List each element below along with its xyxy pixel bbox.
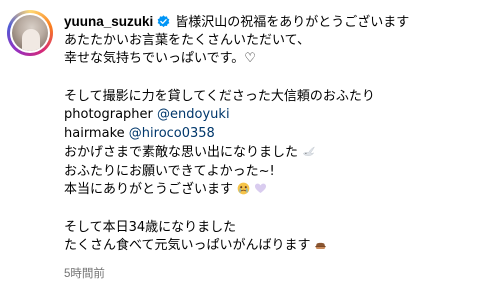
caption-line-1: yuuna_suzuki 皆様沢山の祝福をありがとうございます xyxy=(64,13,494,32)
avatar-gap xyxy=(10,13,50,53)
caption-text: 皆様沢山の祝福をありがとうございます xyxy=(175,15,410,30)
caption-text: たくさん食べて元気いっぱいがんばります xyxy=(64,238,311,254)
instagram-post-caption: yuuna_suzuki 皆様沢山の祝福をありがとうございます あたたかいお言葉を… xyxy=(0,0,500,294)
caption-line-12: そして本日34歳になりました xyxy=(64,219,237,235)
username-link[interactable]: yuuna_suzuki xyxy=(64,14,153,29)
caption-text: 本当にありがとうございます xyxy=(64,182,234,198)
credit-label: hairmake xyxy=(64,126,125,142)
post-timestamp: 5時間前 xyxy=(64,268,105,280)
caption-line-2: あたたかいお言葉をたくさんいただいて、 xyxy=(64,32,310,48)
credit-photographer: photographer @endoyuki xyxy=(64,106,494,125)
avatar[interactable] xyxy=(12,15,48,51)
food-emoji-icon xyxy=(315,243,327,250)
mention-link[interactable]: @hiroco0358 xyxy=(129,126,215,141)
caption-line-5: そして撮影に力を貸してくださった大信頼のおふたり xyxy=(64,88,375,104)
caption-line-8: おかげさまで素敵な思い出になりました xyxy=(64,144,494,163)
crying-face-emoji-icon xyxy=(237,182,250,195)
mention-link[interactable]: @endoyuki xyxy=(157,107,230,122)
caption-line-10: 本当にありがとうございます xyxy=(64,181,494,200)
credit-label: photographer xyxy=(64,107,153,123)
credit-hairmake: hairmake @hiroco0358 xyxy=(64,125,494,144)
verified-badge-icon xyxy=(157,15,170,28)
caption-line-13: たくさん食べて元気いっぱいがんばります xyxy=(64,237,494,256)
dove-emoji-icon xyxy=(303,146,315,156)
caption-line-3: 幸せな気持ちでいっぱいです。♡ xyxy=(64,51,256,67)
caption-body: yuuna_suzuki 皆様沢山の祝福をありがとうございます あたたかいお言葉を… xyxy=(64,13,494,256)
caption-text: おかげさまで素敵な思い出になりました xyxy=(64,144,299,160)
avatar-story-ring[interactable] xyxy=(7,10,53,56)
purple-heart-emoji-icon xyxy=(254,183,267,194)
caption-line-9: おふたりにお願いできてよかった~! xyxy=(64,163,275,179)
